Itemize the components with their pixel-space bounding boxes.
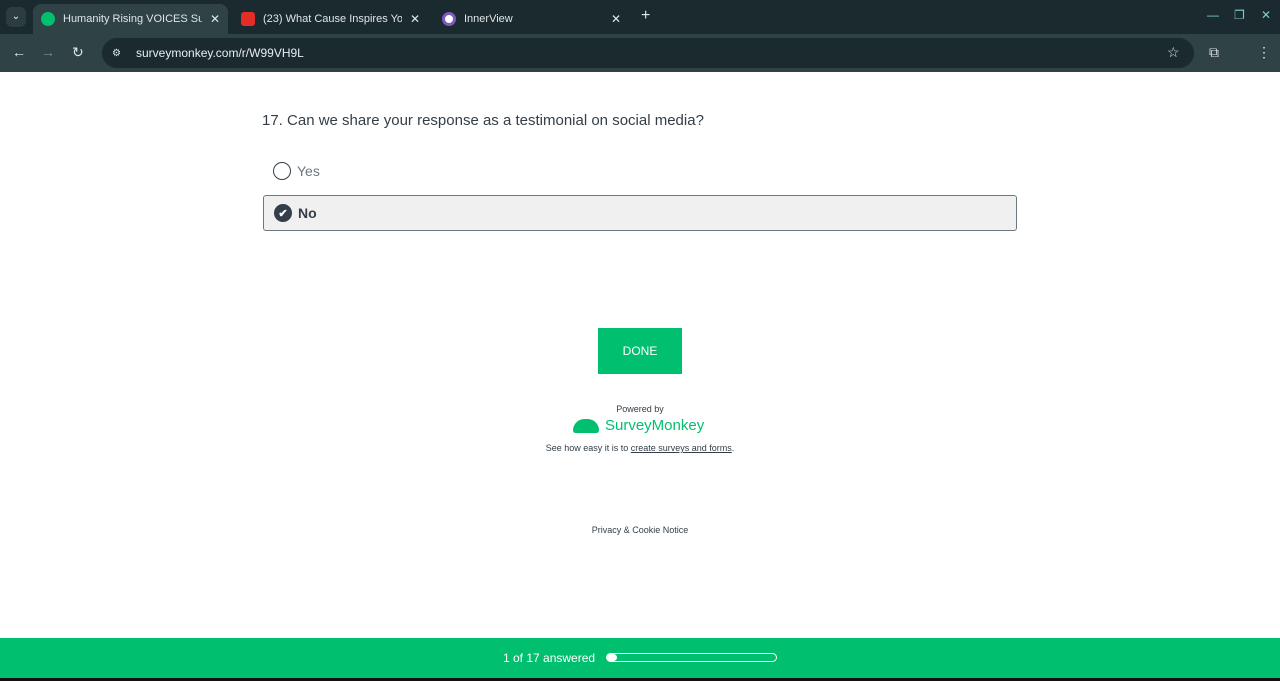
- option-label: Yes: [297, 163, 320, 179]
- forward-icon[interactable]: →: [41, 44, 55, 60]
- progress-bar: [606, 653, 777, 662]
- surveymonkey-logo-icon: [573, 418, 599, 433]
- close-tab-icon[interactable]: ✕: [210, 12, 220, 26]
- close-tab-icon[interactable]: ✕: [611, 12, 621, 26]
- question-title: 17. Can we share your response as a test…: [262, 112, 704, 129]
- option-no[interactable]: ✔ No: [263, 195, 1017, 231]
- promo-text: See how easy it is to create surveys and…: [0, 443, 1280, 453]
- tab-title: (23) What Cause Inspires You |: [263, 13, 402, 25]
- option-yes[interactable]: Yes: [263, 153, 1017, 189]
- minimize-icon[interactable]: —: [1207, 8, 1219, 22]
- address-bar[interactable]: ⚙ surveymonkey.com/r/W99VH9L: [102, 38, 1194, 68]
- progress-fill: [607, 654, 617, 661]
- tab-surveymonkey[interactable]: Humanity Rising VOICES Surve ✕: [33, 4, 228, 34]
- browser-toolbar: ← → ↻ ⚙ surveymonkey.com/r/W99VH9L ☆ ⧉ ⋮: [0, 34, 1280, 72]
- close-window-icon[interactable]: ✕: [1261, 8, 1271, 22]
- site-settings-icon[interactable]: ⚙: [112, 48, 126, 59]
- promo-prefix: See how easy it is to: [545, 443, 631, 453]
- tab-title: Humanity Rising VOICES Surve: [63, 13, 202, 25]
- tab-innerview[interactable]: InnerView ✕: [434, 4, 629, 34]
- tab-strip: ⌄ Humanity Rising VOICES Surve ✕ (23) Wh…: [0, 0, 1280, 34]
- tab-youtube[interactable]: (23) What Cause Inspires You | ✕: [233, 4, 428, 34]
- tab-search-button[interactable]: ⌄: [6, 7, 26, 27]
- progress-label: 1 of 17 answered: [503, 651, 596, 665]
- menu-icon[interactable]: ⋮: [1257, 44, 1271, 61]
- radio-checked-icon[interactable]: ✔: [274, 204, 292, 222]
- bookmark-star-icon[interactable]: ☆: [1167, 44, 1180, 61]
- option-label: No: [298, 205, 317, 221]
- surveymonkey-favicon-icon: [41, 12, 55, 26]
- extensions-icon[interactable]: ⧉: [1209, 44, 1219, 61]
- progress-footer: 1 of 17 answered: [0, 638, 1280, 678]
- new-tab-icon[interactable]: +: [641, 7, 650, 25]
- radio-unchecked-icon[interactable]: [273, 162, 291, 180]
- powered-by-label: Powered by: [616, 404, 664, 414]
- privacy-link[interactable]: Privacy & Cookie Notice: [0, 525, 1280, 535]
- surveymonkey-logo[interactable]: SurveyMonkey: [573, 417, 704, 434]
- youtube-favicon-icon: [241, 12, 255, 26]
- done-button[interactable]: DONE: [598, 328, 682, 374]
- restore-icon[interactable]: ❐: [1234, 8, 1245, 22]
- promo-suffix: .: [731, 443, 735, 453]
- tab-title: InnerView: [464, 13, 513, 25]
- url-text: surveymonkey.com/r/W99VH9L: [136, 46, 304, 60]
- innerview-favicon-icon: [442, 12, 456, 26]
- reload-icon[interactable]: ↻: [72, 44, 84, 61]
- back-icon[interactable]: ←: [12, 44, 26, 60]
- brand-name: SurveyMonkey: [605, 417, 705, 434]
- create-surveys-link[interactable]: create surveys and forms: [631, 443, 732, 453]
- close-tab-icon[interactable]: ✕: [410, 12, 420, 26]
